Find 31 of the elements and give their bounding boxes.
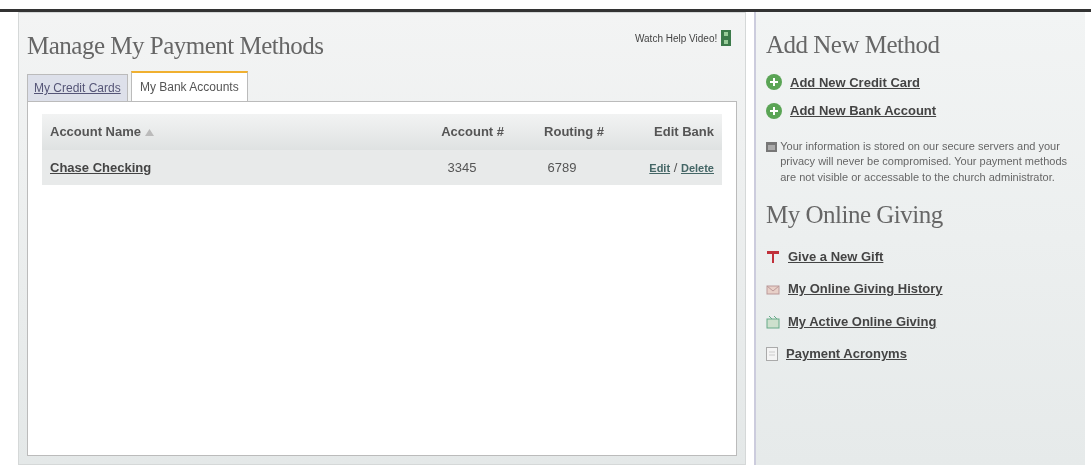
section-title: Add New Method [766, 30, 941, 60]
delete-link[interactable]: Delete [680, 161, 714, 174]
plus-icon [766, 74, 782, 91]
add-method-link[interactable]: Add New Bank Account [790, 101, 937, 121]
column-header: Account # [441, 124, 504, 139]
tab[interactable]: My Credit Cards [27, 74, 128, 101]
envelope-icon [766, 283, 780, 296]
gift-icon [766, 249, 780, 264]
giving-link[interactable]: My Active Online Giving [788, 311, 937, 332]
tab[interactable]: My Bank Accounts [130, 71, 248, 101]
table-cell: 6789 [547, 159, 577, 175]
giving-link[interactable]: Payment Acronyms [786, 344, 907, 364]
column-header: Routing # [544, 124, 604, 139]
calendar-icon [766, 314, 780, 329]
section-title: My Online Giving [766, 200, 944, 231]
document-icon [766, 347, 778, 362]
plus-icon [766, 102, 782, 119]
edit-link[interactable]: Edit [649, 161, 671, 174]
privacy-notice: Your information is stored on our secure servers and your privacy will never be compromised. Your payment methods are not visible or accessable to the church administrator. [780, 138, 1068, 186]
help-video-link[interactable]: Watch Help Video! [635, 30, 718, 46]
sortable-column-header[interactable]: Account Name [50, 124, 142, 139]
account-name-link[interactable]: Chase Checking [50, 159, 152, 175]
section-title: Manage My Payment Methods [27, 31, 324, 61]
link-separator: / [673, 159, 678, 175]
sort-arrow-icon [144, 129, 154, 137]
giving-link[interactable]: My Online Giving History [788, 279, 943, 299]
column-header: Edit Bank [654, 124, 714, 139]
film-icon [720, 30, 731, 47]
table-cell: 3345 [447, 159, 477, 175]
add-method-link[interactable]: Add New Credit Card [790, 72, 920, 92]
giving-link[interactable]: Give a New Gift [788, 246, 884, 267]
